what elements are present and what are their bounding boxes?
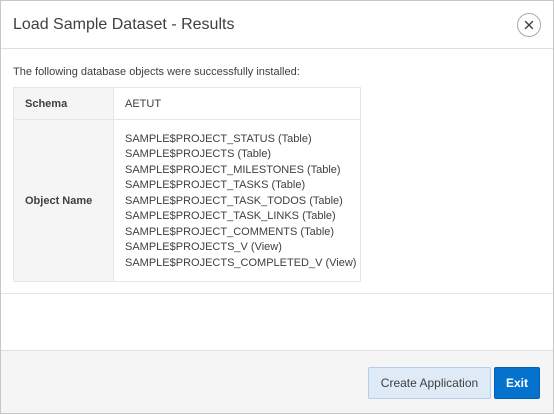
- schema-row: Schema AETUT: [13, 87, 361, 120]
- intro-text: The following database objects were succ…: [13, 66, 300, 78]
- object-item: SAMPLE$PROJECT_TASK_TODOS (Table): [125, 194, 343, 207]
- dialog-footer: Create Application Exit: [1, 350, 553, 413]
- object-item: SAMPLE$PROJECTS_V (View): [125, 241, 282, 254]
- dialog-header: Load Sample Dataset - Results: [1, 1, 553, 49]
- schema-value: AETUT: [113, 87, 361, 120]
- create-application-button[interactable]: Create Application: [368, 367, 491, 399]
- object-item: SAMPLE$PROJECT_MILESTONES (Table): [125, 163, 341, 176]
- results-dialog: Load Sample Dataset - Results The follow…: [0, 0, 554, 414]
- object-item: SAMPLE$PROJECTS (Table): [125, 148, 272, 161]
- object-list-cell: SAMPLE$PROJECT_STATUS (Table) SAMPLE$PRO…: [113, 119, 361, 282]
- exit-button[interactable]: Exit: [494, 367, 540, 399]
- object-item: SAMPLE$PROJECT_TASK_LINKS (Table): [125, 210, 336, 223]
- dialog-body: The following database objects were succ…: [1, 50, 553, 294]
- schema-label: Schema: [13, 87, 114, 120]
- close-icon: [524, 20, 534, 30]
- object-item: SAMPLE$PROJECT_TASKS (Table): [125, 179, 306, 192]
- results-table: Schema AETUT Object Name SAMPLE$PROJECT_…: [13, 87, 361, 282]
- object-item: SAMPLE$PROJECTS_COMPLETED_V (View): [125, 256, 357, 269]
- close-button[interactable]: [517, 13, 541, 37]
- object-item: SAMPLE$PROJECT_COMMENTS (Table): [125, 225, 335, 238]
- dialog-title: Load Sample Dataset - Results: [13, 16, 235, 33]
- object-list: SAMPLE$PROJECT_STATUS (Table) SAMPLE$PRO…: [125, 130, 360, 272]
- object-item: SAMPLE$PROJECT_STATUS (Table): [125, 132, 312, 145]
- object-name-label: Object Name: [13, 119, 114, 282]
- object-name-row: Object Name SAMPLE$PROJECT_STATUS (Table…: [13, 119, 361, 282]
